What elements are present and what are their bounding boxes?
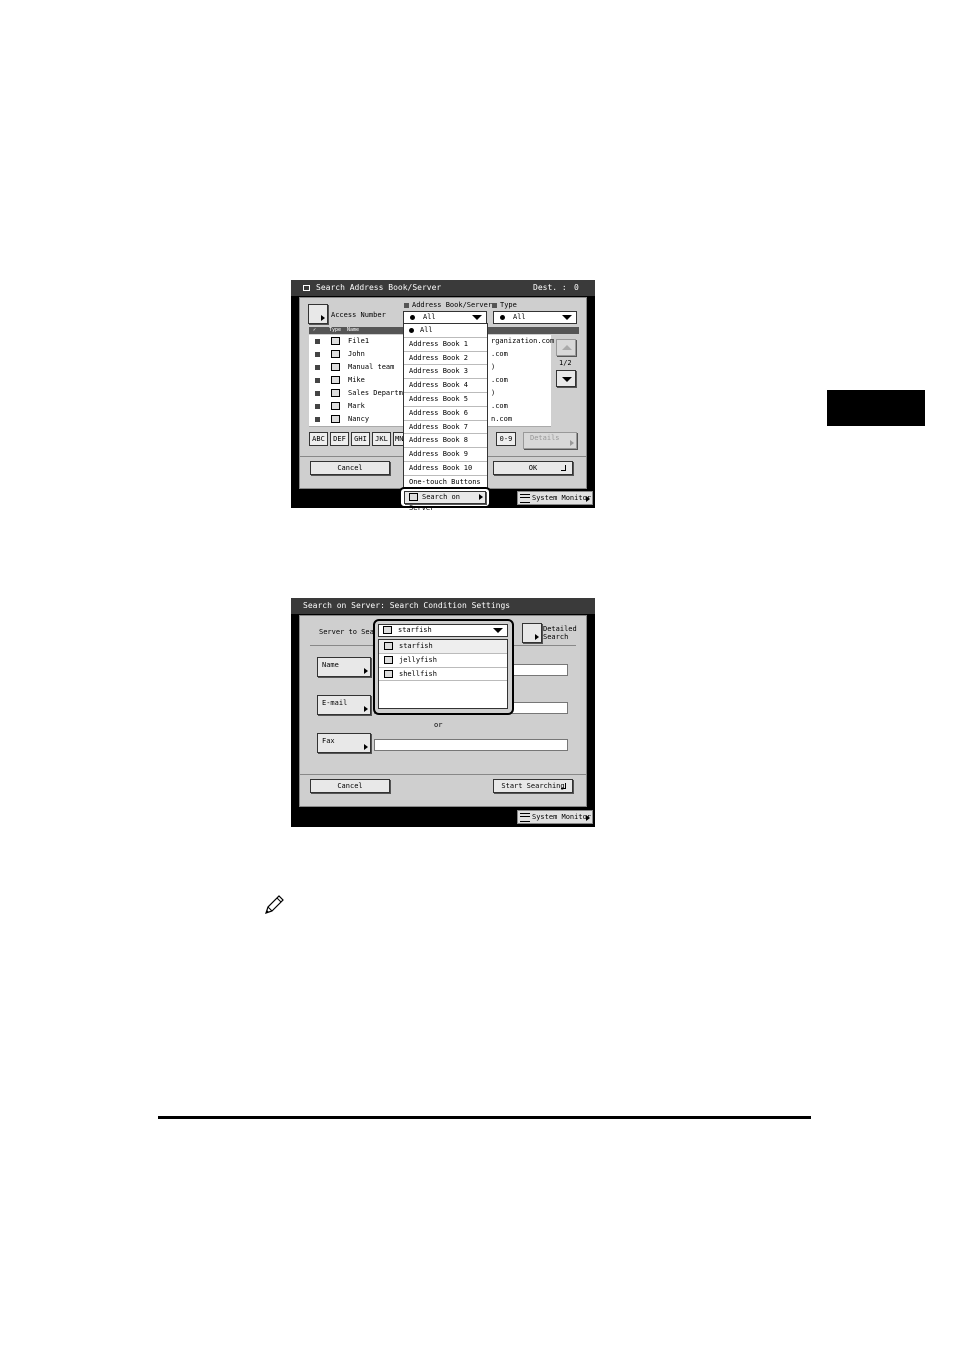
selected-dot-icon bbox=[410, 314, 415, 320]
or-label: or bbox=[434, 721, 443, 729]
cancel-button[interactable]: Cancel bbox=[310, 461, 390, 475]
dropdown-item[interactable]: Address Book 10 bbox=[404, 462, 487, 476]
selected-dot-icon bbox=[409, 327, 414, 333]
check-all-icon: ✓ bbox=[313, 327, 317, 333]
fax-field[interactable] bbox=[374, 739, 568, 751]
checkbox[interactable] bbox=[315, 391, 320, 396]
search-address-book-screen: Search Address Book/Server Dest. : 0 Acc… bbox=[291, 280, 595, 512]
type-select[interactable]: All bbox=[493, 311, 577, 324]
checkbox[interactable] bbox=[315, 404, 320, 409]
letter-button-0-9[interactable]: 0-9 bbox=[496, 432, 516, 446]
dropdown-item[interactable]: Address Book 6 bbox=[404, 407, 487, 421]
cancel-button[interactable]: Cancel bbox=[310, 779, 390, 793]
dropdown-item[interactable]: Address Book 8 bbox=[404, 434, 487, 449]
selected-dot-icon bbox=[500, 314, 505, 320]
chevron-down-icon bbox=[472, 315, 482, 320]
access-number-button[interactable] bbox=[308, 304, 328, 324]
detailed-search-label: Detailed Search bbox=[543, 625, 577, 641]
server-icon bbox=[384, 669, 393, 678]
checkbox[interactable] bbox=[315, 378, 320, 383]
search-on-server-button[interactable]: Search on Server bbox=[404, 491, 486, 512]
server-select[interactable]: starfish bbox=[378, 624, 508, 637]
letter-button-ghi[interactable]: GHI bbox=[351, 432, 370, 446]
checkbox[interactable] bbox=[315, 417, 320, 422]
group-icon bbox=[331, 363, 340, 371]
page-indicator: 1/2 bbox=[559, 359, 572, 367]
dropdown-item[interactable]: Address Book 3 bbox=[404, 365, 487, 380]
checkbox[interactable] bbox=[315, 365, 320, 370]
server-dropdown-highlight: starfish starfish jellyfish shellfish bbox=[373, 619, 514, 715]
search-on-server-highlight: Search on Server bbox=[399, 487, 491, 512]
dropdown-item[interactable]: Address Book 9 bbox=[404, 448, 487, 462]
name-button[interactable]: Name bbox=[317, 657, 371, 677]
server-option-starfish[interactable]: starfish bbox=[379, 640, 507, 654]
screen-title: Search Address Book/Server bbox=[316, 283, 442, 292]
system-monitor-icon bbox=[520, 494, 530, 503]
checkbox[interactable] bbox=[315, 352, 320, 357]
letter-button-jkl[interactable]: JKL bbox=[372, 432, 391, 446]
checkbox[interactable] bbox=[315, 339, 320, 344]
system-monitor-icon bbox=[520, 813, 530, 822]
address-book-dropdown: All Address Book 1 Address Book 2 Addres… bbox=[403, 323, 488, 489]
ok-button[interactable]: OK bbox=[493, 461, 573, 475]
group-icon bbox=[331, 389, 340, 397]
search-on-server-screen: Search on Server: Search Condition Setti… bbox=[291, 598, 595, 827]
dropdown-item[interactable]: Address Book 2 bbox=[404, 352, 487, 366]
dropdown-item[interactable]: Address Book 5 bbox=[404, 393, 487, 407]
dropdown-item-all[interactable]: All bbox=[404, 324, 487, 338]
details-button[interactable]: Details bbox=[523, 432, 577, 449]
access-number-label: Access Number bbox=[331, 311, 386, 319]
enter-icon bbox=[561, 783, 566, 789]
system-monitor-button[interactable]: System Monitor bbox=[517, 491, 593, 505]
screen-title-bar: Search Address Book/Server Dest. : 0 bbox=[291, 280, 595, 296]
chevron-down-icon bbox=[562, 315, 572, 320]
page-rule bbox=[158, 1116, 811, 1119]
dest-count: 0 bbox=[574, 283, 579, 292]
fax-icon bbox=[331, 376, 340, 384]
system-monitor-button[interactable]: System Monitor bbox=[517, 810, 593, 824]
server-icon bbox=[384, 655, 393, 664]
scroll-up-button[interactable] bbox=[556, 339, 576, 356]
screen-title-bar: Search on Server: Search Condition Setti… bbox=[291, 598, 595, 614]
server-option-jellyfish[interactable]: jellyfish bbox=[379, 654, 507, 668]
divider bbox=[300, 774, 586, 775]
pencil-icon bbox=[262, 893, 286, 917]
address-book-label: Address Book/Server bbox=[404, 301, 492, 309]
enter-icon bbox=[561, 465, 566, 471]
email-icon bbox=[331, 415, 340, 423]
start-searching-button[interactable]: Start Searching bbox=[493, 779, 573, 793]
server-option-shellfish[interactable]: shellfish bbox=[379, 668, 507, 682]
col-name: Name bbox=[347, 327, 360, 333]
fax-icon bbox=[331, 350, 340, 358]
fax-button[interactable]: Fax bbox=[317, 733, 371, 753]
letter-button-abc[interactable]: ABC bbox=[309, 432, 328, 446]
server-icon bbox=[409, 493, 418, 501]
chevron-down-icon bbox=[493, 628, 503, 633]
letter-button-def[interactable]: DEF bbox=[330, 432, 349, 446]
col-type: Type bbox=[329, 327, 342, 333]
chevron-up-icon bbox=[562, 345, 572, 350]
server-icon bbox=[383, 626, 392, 634]
screen-title: Search on Server: Search Condition Setti… bbox=[303, 601, 511, 610]
scroll-down-button[interactable] bbox=[556, 370, 576, 387]
chevron-down-icon bbox=[562, 377, 572, 382]
type-label: Type bbox=[492, 301, 517, 309]
email-icon bbox=[331, 402, 340, 410]
server-icon bbox=[384, 642, 393, 650]
email-button[interactable]: E-mail bbox=[317, 695, 371, 715]
address-book-icon bbox=[303, 284, 310, 291]
dropdown-item[interactable]: Address Book 1 bbox=[404, 338, 487, 352]
detailed-search-button[interactable] bbox=[522, 623, 542, 643]
file-server-icon bbox=[331, 337, 340, 345]
dropdown-item[interactable]: Address Book 4 bbox=[404, 379, 487, 393]
chapter-tab bbox=[827, 390, 925, 426]
dropdown-item[interactable]: Address Book 7 bbox=[404, 421, 487, 435]
server-list: starfish jellyfish shellfish bbox=[378, 639, 508, 709]
dest-label: Dest. : bbox=[533, 283, 567, 292]
